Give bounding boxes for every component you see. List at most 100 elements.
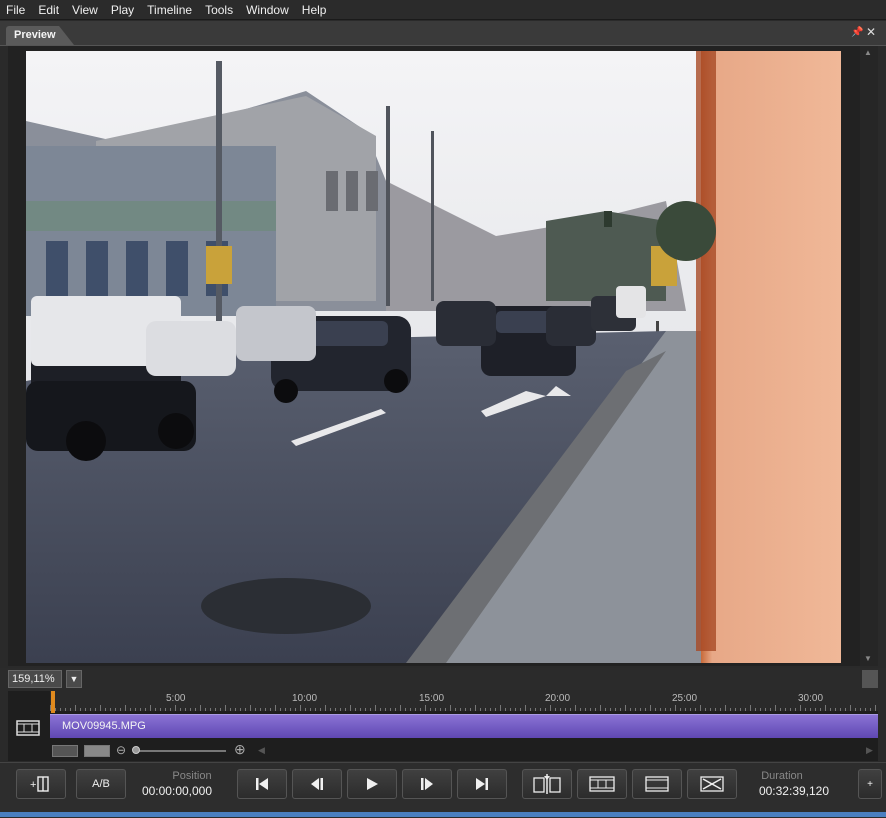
tick-label: 10:00 [292, 693, 318, 704]
fit-timeline-icon[interactable] [52, 745, 78, 757]
close-icon[interactable]: ✕ [866, 25, 876, 39]
ruler-tick [260, 708, 261, 711]
tick-label: 20:00 [545, 693, 571, 704]
zoom-row: 159,11% ▼ [0, 668, 886, 690]
ab-button[interactable]: A/B [76, 769, 126, 799]
film-strip-button[interactable] [577, 769, 627, 799]
ruler-tick [525, 705, 526, 711]
ruler-tick [480, 708, 481, 711]
ruler-tick [475, 705, 476, 711]
menu-edit[interactable]: Edit [38, 3, 59, 17]
ruler-tick [485, 708, 486, 711]
ruler-tick [735, 708, 736, 711]
scroll-right-icon[interactable]: ▶ [866, 745, 873, 756]
position-timecode: 00:00:00,000 [141, 784, 213, 798]
go-to-start-button[interactable] [237, 769, 287, 799]
zoom-dropdown-chevron-down-icon[interactable]: ▼ [66, 670, 82, 688]
ruler-tick [405, 708, 406, 711]
split-clip-button[interactable] [522, 769, 572, 799]
timeline-ruler[interactable]: 5:00 10:00 15:00 20:00 25:00 30:00 [50, 691, 878, 711]
ruler-tick [870, 708, 871, 711]
more-options-button[interactable]: + [858, 769, 882, 799]
preview-area [8, 46, 860, 666]
pin-icon[interactable]: 📌 [851, 27, 863, 38]
ruler-tick [95, 708, 96, 711]
timeline-clip[interactable]: MOV09945.MPG [50, 714, 878, 738]
street-scene-image [26, 51, 841, 663]
plus-icon: + [867, 778, 873, 790]
track-height-icon[interactable] [84, 745, 110, 757]
scroll-left-icon[interactable]: ◀ [258, 745, 265, 756]
ruler-tick [290, 708, 291, 711]
playhead[interactable] [51, 691, 55, 713]
ruler-tick [510, 708, 511, 711]
horizontal-scrollbar-end[interactable] [862, 670, 878, 688]
scroll-up-icon[interactable]: ▲ [864, 48, 872, 57]
ruler-tick [465, 708, 466, 711]
duration-label: Duration [761, 770, 803, 782]
ruler-tick [590, 708, 591, 711]
previous-frame-button[interactable] [292, 769, 342, 799]
timeline-zoom-knob[interactable] [132, 746, 140, 754]
scroll-down-icon[interactable]: ▼ [864, 654, 872, 663]
ruler-tick [100, 705, 101, 711]
ruler-tick [495, 708, 496, 711]
ruler-tick [695, 708, 696, 711]
ruler-tick [675, 705, 676, 711]
ruler-tick [775, 705, 776, 711]
split-film-icon [533, 774, 561, 794]
zoom-in-icon[interactable]: ⊕ [234, 741, 246, 758]
menu-window[interactable]: Window [246, 3, 289, 17]
tick-label: 15:00 [419, 693, 445, 704]
zoom-out-icon[interactable]: ⊖ [116, 743, 126, 757]
menu-timeline[interactable]: Timeline [147, 3, 192, 17]
play-icon [367, 778, 378, 790]
menu-tools[interactable]: Tools [205, 3, 233, 17]
tab-preview[interactable]: Preview [6, 26, 74, 45]
ruler-tick [255, 708, 256, 711]
ruler-tick [520, 708, 521, 711]
ruler-tick [715, 708, 716, 711]
ruler-tick [305, 708, 306, 711]
ruler-tick [765, 708, 766, 711]
go-to-end-button[interactable] [457, 769, 507, 799]
frame-icon [645, 776, 669, 792]
ruler-tick [575, 705, 576, 711]
ruler-tick [365, 708, 366, 711]
ruler-tick [530, 708, 531, 711]
ruler-tick [165, 708, 166, 711]
video-frame[interactable] [26, 51, 841, 663]
ruler-tick [645, 708, 646, 711]
play-button[interactable] [347, 769, 397, 799]
menu-file[interactable]: File [6, 3, 25, 17]
ruler-tick [635, 708, 636, 711]
ruler-tick [725, 705, 726, 711]
ruler-tick [685, 708, 686, 711]
timeline-zoom-slider[interactable] [136, 750, 226, 752]
ruler-tick [625, 705, 626, 711]
ruler-tick [55, 708, 56, 711]
zoom-level-field[interactable]: 159,11% [8, 670, 62, 688]
delete-clip-button[interactable] [687, 769, 737, 799]
ruler-tick [605, 708, 606, 711]
menu-view[interactable]: View [72, 3, 98, 17]
ruler-tick [75, 705, 76, 711]
menu-help[interactable]: Help [302, 3, 327, 17]
next-frame-button[interactable] [402, 769, 452, 799]
add-marker-button[interactable]: + [16, 769, 66, 799]
single-frame-button[interactable] [632, 769, 682, 799]
ruler-tick [300, 705, 301, 711]
menu-play[interactable]: Play [111, 3, 134, 17]
ruler-tick [225, 705, 226, 711]
ruler-tick [705, 708, 706, 711]
preview-vertical-scrollbar[interactable]: ▲ ▼ [860, 46, 878, 666]
ruler-tick [535, 708, 536, 711]
ruler-tick [160, 708, 161, 711]
ruler-tick [755, 708, 756, 711]
ruler-tick [770, 708, 771, 711]
ruler-tick [200, 705, 201, 711]
ruler-tick [665, 708, 666, 711]
ruler-tick [795, 708, 796, 711]
ruler-tick [690, 708, 691, 711]
ruler-tick [180, 708, 181, 711]
